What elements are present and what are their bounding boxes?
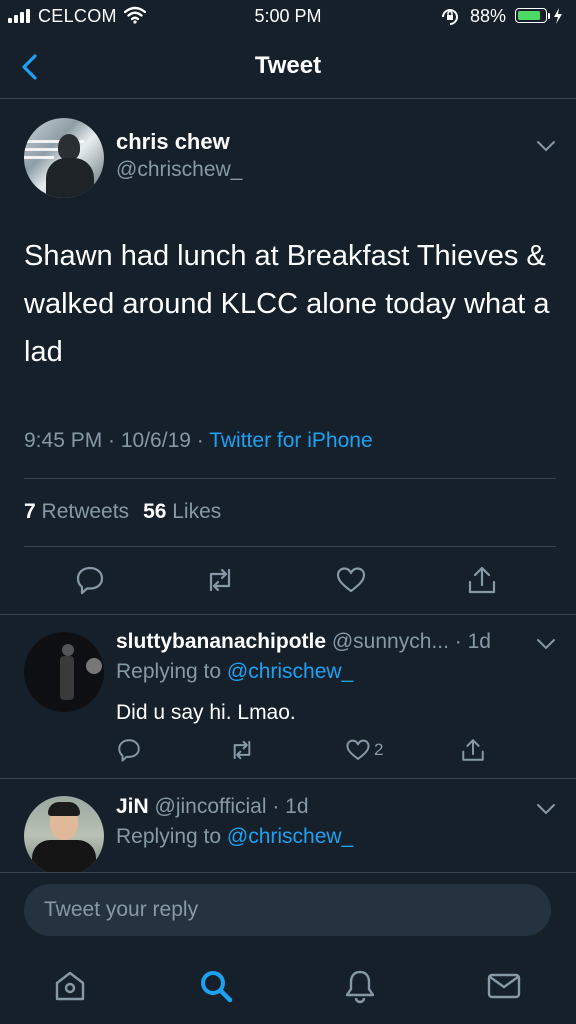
notifications-icon[interactable] — [342, 968, 378, 1004]
reply-handle-time[interactable]: @jincofficial · 1d — [149, 795, 309, 818]
reply-options-chevron-icon[interactable] — [536, 637, 556, 650]
charging-icon — [553, 8, 563, 29]
author-handle[interactable]: @chrischew_ — [116, 158, 242, 182]
replying-to-prefix: Replying to — [116, 660, 227, 683]
search-icon[interactable] — [198, 968, 234, 1004]
rotation-lock-icon — [440, 7, 460, 32]
reply-header: sluttybananachipotle @sunnych... · 1d — [116, 630, 491, 654]
messages-icon[interactable] — [486, 968, 522, 1004]
reply-avatar[interactable] — [24, 632, 104, 712]
author-name[interactable]: chris chew — [116, 129, 230, 155]
retweet-icon[interactable] — [229, 737, 255, 763]
reply-avatar[interactable] — [24, 796, 104, 876]
reply-icon[interactable] — [74, 564, 106, 596]
replying-to-handle[interactable]: @chrischew_ — [227, 825, 353, 848]
divider — [0, 778, 576, 779]
reply-options-chevron-icon[interactable] — [536, 802, 556, 815]
like-icon[interactable] — [345, 737, 371, 763]
reply-author-name[interactable]: JiN — [116, 795, 149, 818]
tweet-options-chevron-icon[interactable] — [536, 139, 556, 152]
likes-label[interactable]: Likes — [166, 500, 221, 523]
replying-to-handle[interactable]: @chrischew_ — [227, 660, 353, 683]
share-icon[interactable] — [460, 737, 486, 763]
home-icon[interactable] — [52, 968, 88, 1004]
like-icon[interactable] — [335, 564, 367, 596]
page-title: Tweet — [254, 52, 322, 79]
divider — [24, 478, 556, 479]
divider — [24, 546, 556, 547]
replying-to: Replying to @chrischew_ — [116, 660, 353, 684]
battery-percent: 88% — [470, 6, 507, 26]
battery-icon — [515, 8, 547, 23]
replying-to: Replying to @chrischew_ — [116, 825, 353, 849]
likes-count[interactable]: 56 — [143, 500, 166, 523]
reply-header: JiN @jincofficial · 1d — [116, 795, 309, 819]
tweet-timestamp: 9:45 PM · 10/6/19 · — [24, 429, 210, 452]
tweet-meta: 9:45 PM · 10/6/19 · Twitter for iPhone — [24, 429, 373, 453]
retweets-label[interactable]: Retweets — [36, 500, 130, 523]
share-icon[interactable] — [466, 564, 498, 596]
reply-text: Did u say hi. Lmao. — [116, 701, 296, 724]
author-avatar[interactable] — [24, 118, 104, 198]
nav-header: Tweet — [0, 34, 576, 99]
reply-input-placeholder[interactable]: Tweet your reply — [44, 898, 198, 922]
retweets-count[interactable]: 7 — [24, 500, 36, 523]
battery-tip — [548, 13, 550, 19]
reply-icon[interactable] — [116, 737, 142, 763]
status-bar: CELCOM 5:00 PM 88% — [0, 0, 576, 34]
reply-like-count: 2 — [374, 740, 384, 759]
reply-handle-time[interactable]: @sunnych... · 1d — [326, 630, 491, 653]
tweet-stats: 7 Retweets 56 Likes — [24, 500, 221, 524]
retweet-icon[interactable] — [204, 564, 236, 596]
divider — [0, 614, 576, 615]
tweet-source-link[interactable]: Twitter for iPhone — [209, 429, 372, 452]
replying-to-prefix: Replying to — [116, 825, 227, 848]
tweet-text: Shawn had lunch at Breakfast Thieves & w… — [24, 240, 550, 368]
reply-author-name[interactable]: sluttybananachipotle — [116, 630, 326, 653]
